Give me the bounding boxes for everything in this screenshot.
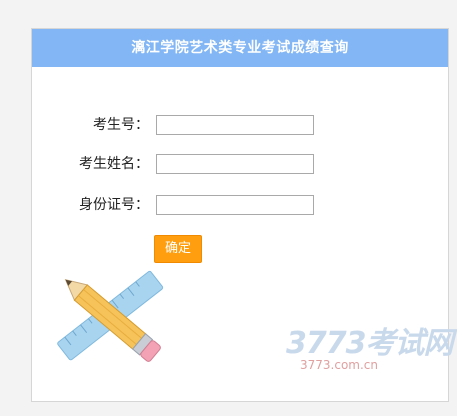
exam-no-input[interactable] <box>156 115 314 135</box>
panel-title: 漓江学院艺术类专业考试成绩查询 <box>32 29 448 67</box>
pencil-ruler-icon <box>57 270 164 362</box>
name-row: 考生姓名： <box>32 152 448 176</box>
id-row: 身份证号： <box>32 193 448 217</box>
exam-no-label: 考生号： <box>93 117 149 133</box>
site-watermark: 3773考试网 3773.com.cn <box>270 318 453 378</box>
id-number-input[interactable] <box>156 195 314 215</box>
submit-button[interactable]: 确定 <box>154 235 202 263</box>
watermark-url: 3773.com.cn <box>300 358 378 372</box>
exam-no-row: 考生号： <box>32 113 448 137</box>
name-label: 考生姓名： <box>79 156 149 172</box>
name-input[interactable] <box>156 154 314 174</box>
watermark-brand: 3773考试网 <box>286 326 453 361</box>
id-label: 身份证号： <box>79 197 149 213</box>
